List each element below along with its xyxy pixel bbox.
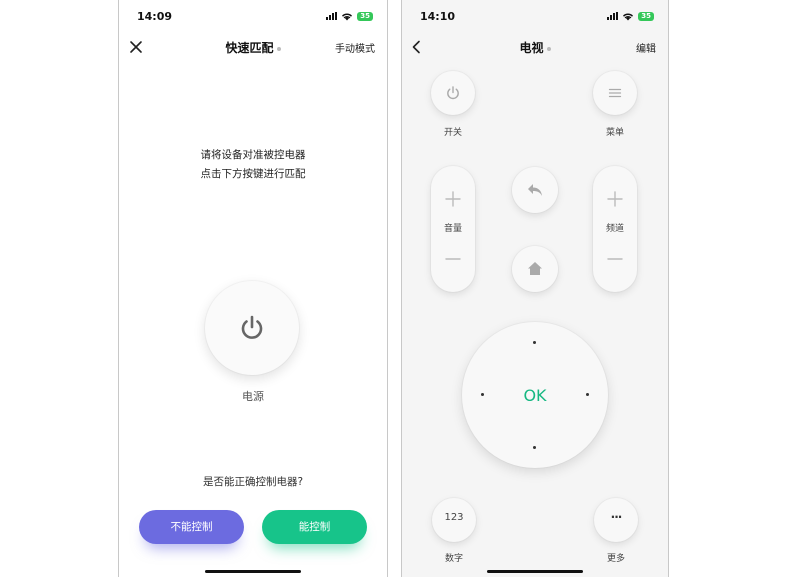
menu-button[interactable] xyxy=(593,71,637,115)
dpad-up[interactable] xyxy=(533,341,536,344)
power-icon xyxy=(447,86,459,100)
cannot-control-button[interactable]: 不能控制 xyxy=(139,510,244,544)
manual-mode-button[interactable]: 手动模式 xyxy=(335,40,375,55)
home-indicator xyxy=(487,570,583,573)
home-icon xyxy=(528,262,542,275)
menu-icon xyxy=(608,88,622,98)
nav-bar: 电视 编辑 xyxy=(402,30,668,64)
direction-pad: OK xyxy=(462,322,608,468)
power-label: 电源 xyxy=(242,390,264,403)
title-dot xyxy=(546,46,551,51)
instruction-text: 请将设备对准被控电器 点击下方按键进行匹配 xyxy=(119,146,387,184)
title-dot xyxy=(276,46,281,51)
volume-label: 音量 xyxy=(443,224,462,234)
dpad-down[interactable] xyxy=(533,446,536,449)
more-label: 更多 xyxy=(606,554,625,564)
status-icons: 35 xyxy=(326,11,373,21)
instruction-line-1: 请将设备对准被控电器 xyxy=(200,149,306,161)
channel-label: 频道 xyxy=(605,224,624,234)
signal-icon xyxy=(326,12,338,20)
numbers-button[interactable]: 123 xyxy=(432,498,476,542)
quick-match-screen: 14:09 35 快速匹配 手动模式 请将设备对准被控电器 点击下方按键进行匹配… xyxy=(118,0,388,577)
status-time: 14:10 xyxy=(420,10,456,23)
numbers-glyph: 123 xyxy=(444,512,464,523)
channel-down-icon[interactable] xyxy=(593,244,637,274)
power-label: 开关 xyxy=(443,128,462,138)
channel-up-icon[interactable] xyxy=(593,184,637,214)
wifi-icon xyxy=(342,12,353,20)
instruction-line-2: 点击下方按键进行匹配 xyxy=(200,168,306,180)
volume-up-icon[interactable] xyxy=(431,184,475,214)
nav-bar: 快速匹配 手动模式 xyxy=(119,30,387,64)
signal-icon xyxy=(607,12,619,20)
battery-icon: 35 xyxy=(638,11,654,21)
can-control-button[interactable]: 能控制 xyxy=(262,510,367,544)
edit-button[interactable]: 编辑 xyxy=(636,40,656,55)
power-test-button[interactable] xyxy=(205,281,299,375)
return-button[interactable] xyxy=(512,167,558,213)
more-button[interactable]: ··· xyxy=(594,498,638,542)
ok-button[interactable]: OK xyxy=(462,386,608,405)
return-arrow-icon xyxy=(528,184,542,196)
status-bar: 14:09 35 xyxy=(119,0,387,30)
menu-label: 菜单 xyxy=(605,128,624,138)
power-button[interactable] xyxy=(431,71,475,115)
volume-control: 音量 xyxy=(431,166,475,292)
battery-icon: 35 xyxy=(357,11,373,21)
numbers-label: 数字 xyxy=(444,554,463,564)
wifi-icon xyxy=(623,12,634,20)
page-title: 电视 xyxy=(402,39,668,56)
status-time: 14:09 xyxy=(137,10,173,23)
control-question: 是否能正确控制电器? xyxy=(202,476,304,488)
power-icon xyxy=(241,315,263,339)
status-icons: 35 xyxy=(607,11,654,21)
status-bar: 14:10 35 xyxy=(402,0,668,30)
home-button[interactable] xyxy=(512,246,558,292)
home-indicator xyxy=(205,570,301,573)
tv-remote-screen: 14:10 35 电视 编辑 开关 菜单 音量 频道 OK 123 数字 ···… xyxy=(401,0,669,577)
more-icon: ··· xyxy=(610,510,623,524)
volume-down-icon[interactable] xyxy=(431,244,475,274)
channel-control: 频道 xyxy=(593,166,637,292)
